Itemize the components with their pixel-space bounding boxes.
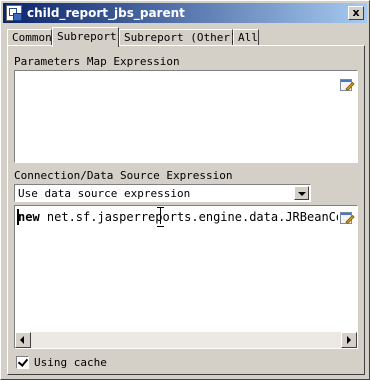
using-cache-checkbox[interactable] [16, 356, 29, 369]
title-bar[interactable]: child_report_jbs_parent x [3, 3, 367, 23]
data-source-expression-field[interactable]: new net.sf.jasperreports.engine.data.JRB… [14, 205, 358, 349]
ibeam-cursor-icon [157, 207, 164, 227]
report-icon [6, 5, 22, 21]
tab-subreport-other[interactable]: Subreport (Other) [119, 29, 237, 46]
connection-label: Connection/Data Source Expression [14, 169, 233, 182]
scroll-left-icon[interactable] [15, 332, 31, 348]
tab-subreport[interactable]: Subreport [52, 27, 119, 47]
connection-type-value: Use data source expression [18, 187, 191, 200]
expression-keyword: new [18, 210, 40, 224]
connection-type-select[interactable]: Use data source expression [14, 184, 311, 202]
dialog-window: child_report_jbs_parent x Common Subrepo… [0, 0, 370, 380]
close-button[interactable]: x [348, 6, 364, 20]
parameters-map-label: Parameters Map Expression [14, 55, 180, 68]
using-cache-label: Using cache [34, 356, 107, 369]
tab-common[interactable]: Common [7, 29, 52, 46]
edit-expression-icon[interactable] [338, 76, 356, 94]
horizontal-scrollbar[interactable] [15, 332, 357, 348]
subreport-panel: Parameters Map Expression Connection/Dat… [7, 45, 365, 375]
expression-body: net.sf.jasperreports.engine.data.JRBeanC… [39, 210, 344, 224]
edit-expression-icon[interactable] [338, 209, 356, 227]
tab-all[interactable]: All [233, 29, 259, 46]
window-title: child_report_jbs_parent [27, 6, 185, 20]
scroll-right-icon[interactable] [341, 332, 357, 348]
chevron-down-icon[interactable] [294, 186, 309, 200]
parameters-map-expression-field[interactable] [14, 70, 358, 163]
data-source-expression-text: new net.sf.jasperreports.engine.data.JRB… [18, 210, 343, 224]
